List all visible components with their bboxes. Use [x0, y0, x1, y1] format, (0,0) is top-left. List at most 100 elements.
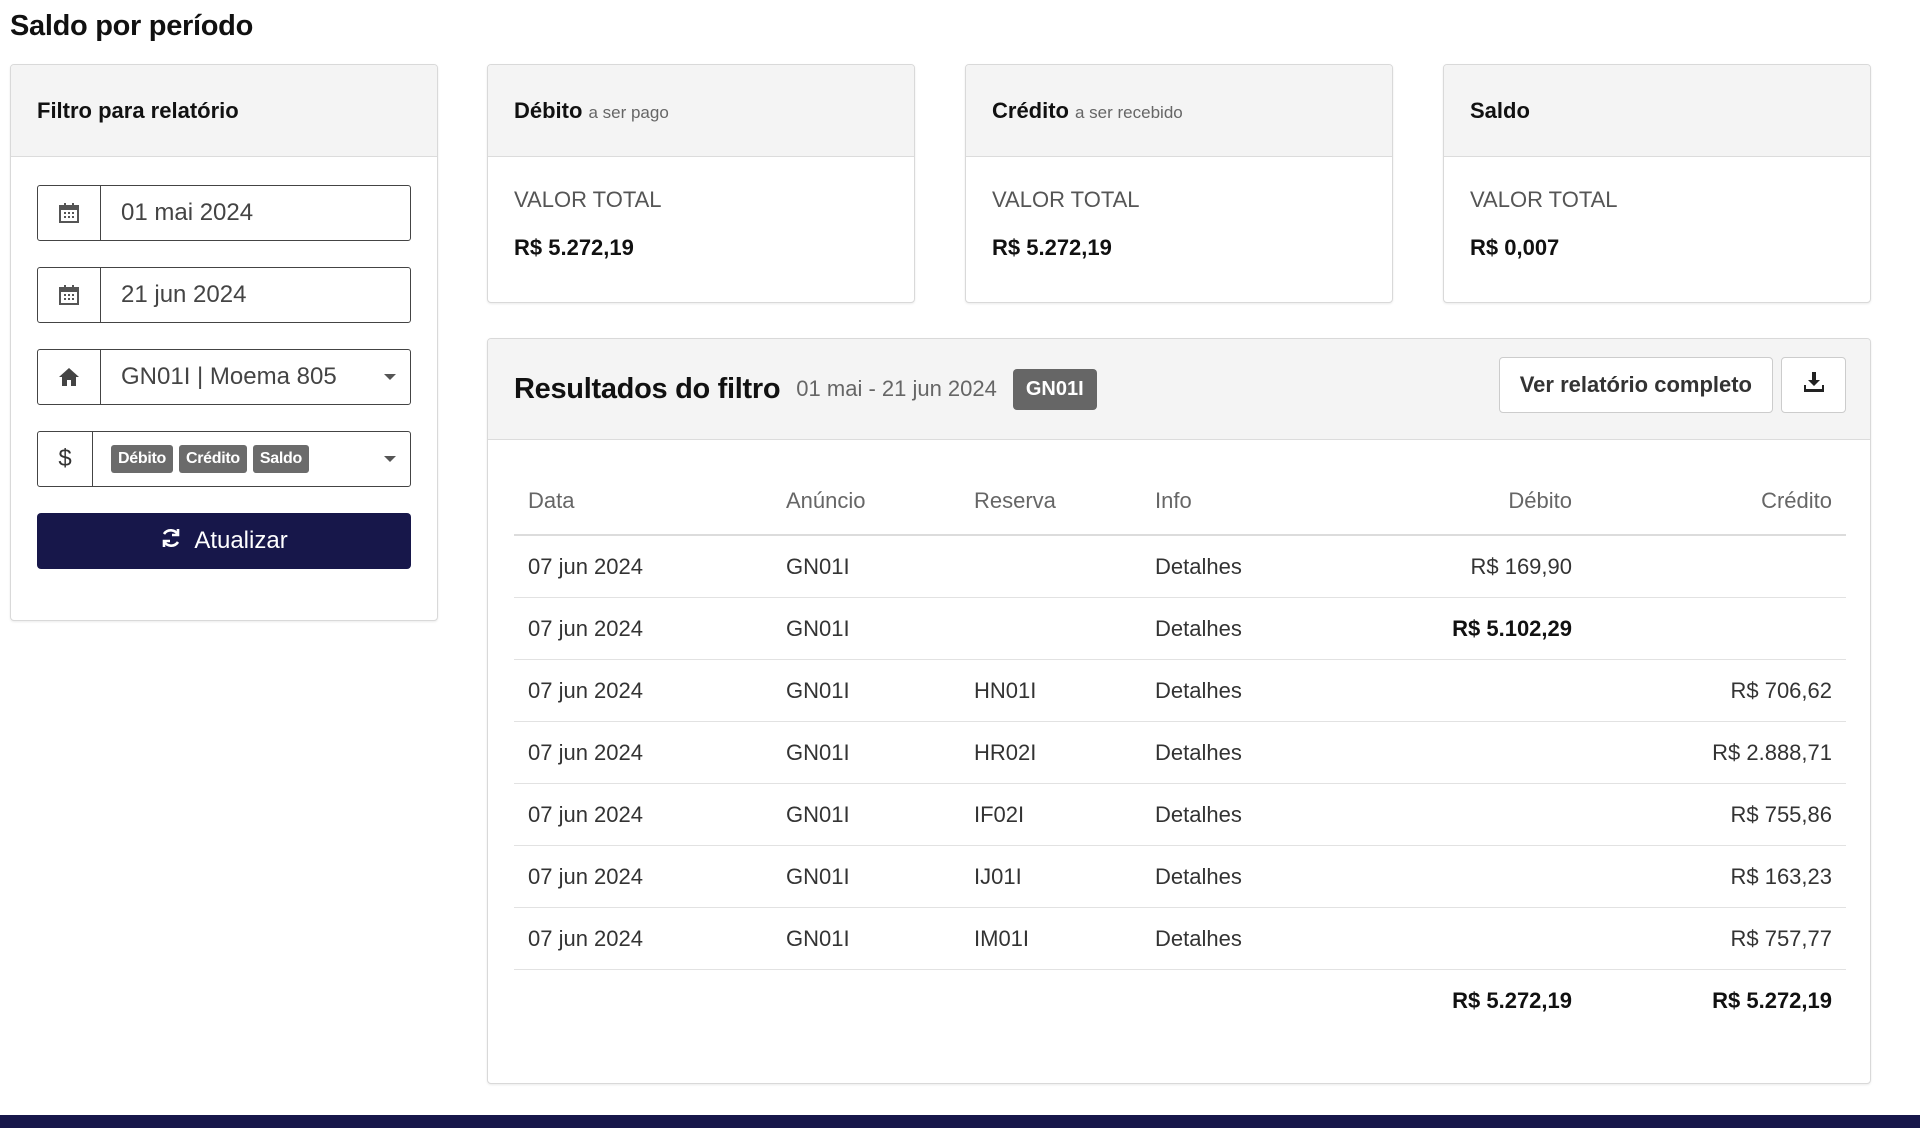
cell-debito: [1291, 845, 1586, 908]
debit-card-header: Débito a ser pago: [488, 65, 914, 157]
credit-total-label: VALOR TOTAL: [992, 187, 1140, 212]
cell-data: 07 jun 2024: [514, 597, 772, 660]
type-multiselect[interactable]: $ Débito Crédito Saldo: [37, 431, 411, 487]
column-header-reserva: Reserva: [960, 468, 1141, 536]
credit-total-value: R$ 5.272,19: [992, 235, 1112, 260]
cell-credito: [1586, 535, 1846, 598]
tag-saldo[interactable]: Saldo: [252, 445, 309, 473]
results-card-header: Resultados do filtro 01 mai - 21 jun 202…: [488, 339, 1870, 440]
end-date-field[interactable]: 21 jun 2024: [37, 267, 411, 323]
property-select[interactable]: GN01I | Moema 805: [37, 349, 411, 405]
table-header-row: Data Anúncio Reserva Info Débito Crédito: [514, 468, 1846, 536]
cell-credito: R$ 755,86: [1586, 783, 1846, 846]
table-row: 07 jun 2024 GN01I HN01I Detalhes R$ 706,…: [514, 659, 1846, 722]
start-date-value: 01 mai 2024: [121, 199, 254, 226]
cell-anuncio: GN01I: [772, 783, 960, 846]
download-icon: [1803, 371, 1825, 399]
cell-anuncio: GN01I: [772, 721, 960, 784]
column-header-data: Data: [514, 468, 772, 536]
refresh-label: Atualizar: [194, 527, 288, 554]
cell-credito: R$ 163,23: [1586, 845, 1846, 908]
table-row: 07 jun 2024 GN01I Detalhes R$ 169,90: [514, 535, 1846, 598]
footer-bar: [0, 1115, 1920, 1128]
debit-total-value: R$ 5.272,19: [514, 235, 634, 260]
results-card: Resultados do filtro 01 mai - 21 jun 202…: [487, 338, 1871, 1084]
table-row: 07 jun 2024 GN01I IJ01I Detalhes R$ 163,…: [514, 845, 1846, 908]
cell-reserva: HN01I: [960, 659, 1141, 722]
cell-debito: R$ 169,90: [1291, 535, 1586, 598]
cell-debito: [1291, 721, 1586, 784]
cell-debito: [1291, 907, 1586, 970]
cell-data: 07 jun 2024: [514, 845, 772, 908]
debit-total-label: VALOR TOTAL: [514, 187, 662, 212]
cell-anuncio: GN01I: [772, 845, 960, 908]
cell-data: 07 jun 2024: [514, 659, 772, 722]
details-link[interactable]: Detalhes: [1141, 597, 1291, 660]
debit-title: Débito: [514, 97, 583, 123]
chevron-down-icon[interactable]: [370, 350, 410, 404]
cell-data: 07 jun 2024: [514, 535, 772, 598]
cell-anuncio: GN01I: [772, 659, 960, 722]
refresh-button[interactable]: Atualizar: [37, 513, 411, 569]
results-title: Resultados do filtro: [514, 372, 781, 405]
page-title: Saldo por período: [10, 10, 254, 42]
balance-summary-card: Saldo VALOR TOTAL R$ 0,007: [1443, 64, 1871, 303]
tag-credito[interactable]: Crédito: [178, 445, 247, 473]
calendar-icon: [38, 186, 101, 240]
credit-subtitle: a ser recebido: [1075, 102, 1183, 122]
calendar-icon: [38, 268, 101, 322]
refresh-icon: [160, 527, 182, 556]
column-header-debito: Débito: [1291, 468, 1586, 536]
cell-reserva: [960, 597, 1141, 660]
column-header-anuncio: Anúncio: [772, 468, 960, 536]
cell-data: 07 jun 2024: [514, 721, 772, 784]
balance-title: Saldo: [1470, 97, 1530, 123]
cell-credito: [1586, 597, 1846, 660]
table-row: 07 jun 2024 GN01I IF02I Detalhes R$ 755,…: [514, 783, 1846, 846]
cell-credito: R$ 757,77: [1586, 907, 1846, 970]
details-link[interactable]: Detalhes: [1141, 845, 1291, 908]
totals-row: R$ 5.272,19 R$ 5.272,19: [514, 970, 1846, 1032]
chevron-down-icon[interactable]: [370, 432, 410, 486]
filter-card-header: Filtro para relatório: [11, 65, 437, 157]
currency-symbol: $: [58, 445, 72, 472]
table-row: 07 jun 2024 GN01I Detalhes R$ 5.102,29: [514, 597, 1846, 660]
debit-summary-card: Débito a ser pago VALOR TOTAL R$ 5.272,1…: [487, 64, 915, 303]
table-row: 07 jun 2024 GN01I IM01I Detalhes R$ 757,…: [514, 907, 1846, 970]
tag-debito[interactable]: Débito: [111, 445, 173, 473]
cell-debito: [1291, 783, 1586, 846]
balance-total-label: VALOR TOTAL: [1470, 187, 1618, 212]
cell-reserva: IJ01I: [960, 845, 1141, 908]
cell-reserva: [960, 535, 1141, 598]
cell-reserva: HR02I: [960, 721, 1141, 784]
debit-subtitle: a ser pago: [588, 102, 669, 122]
balance-card-header: Saldo: [1444, 65, 1870, 157]
details-link[interactable]: Detalhes: [1141, 659, 1291, 722]
cell-credito: R$ 706,62: [1586, 659, 1846, 722]
details-link[interactable]: Detalhes: [1141, 907, 1291, 970]
credit-summary-card: Crédito a ser recebido VALOR TOTAL R$ 5.…: [965, 64, 1393, 303]
column-header-credito: Crédito: [1586, 468, 1846, 536]
property-value: GN01I | Moema 805: [121, 363, 337, 390]
cell-debito: [1291, 659, 1586, 722]
cell-debito: R$ 5.102,29: [1291, 597, 1586, 660]
filter-card: Filtro para relatório 01 mai 2024 21 jun…: [10, 64, 438, 621]
credit-title: Crédito: [992, 97, 1069, 123]
credit-card-header: Crédito a ser recebido: [966, 65, 1392, 157]
start-date-field[interactable]: 01 mai 2024: [37, 185, 411, 241]
download-button[interactable]: [1781, 357, 1846, 413]
details-link[interactable]: Detalhes: [1141, 783, 1291, 846]
results-date-range: 01 mai - 21 jun 2024: [796, 376, 997, 401]
dollar-icon: $: [38, 432, 93, 486]
full-report-button[interactable]: Ver relatório completo: [1498, 357, 1773, 413]
type-tags: Débito Crédito Saldo: [93, 432, 370, 486]
details-link[interactable]: Detalhes: [1141, 535, 1291, 598]
results-table: Data Anúncio Reserva Info Débito Crédito…: [514, 468, 1846, 1031]
cell-credito: R$ 2.888,71: [1586, 721, 1846, 784]
filter-card-title: Filtro para relatório: [37, 97, 239, 123]
details-link[interactable]: Detalhes: [1141, 721, 1291, 784]
cell-data: 07 jun 2024: [514, 783, 772, 846]
cell-anuncio: GN01I: [772, 597, 960, 660]
total-credito: R$ 5.272,19: [1712, 987, 1832, 1013]
column-header-info: Info: [1141, 468, 1291, 536]
